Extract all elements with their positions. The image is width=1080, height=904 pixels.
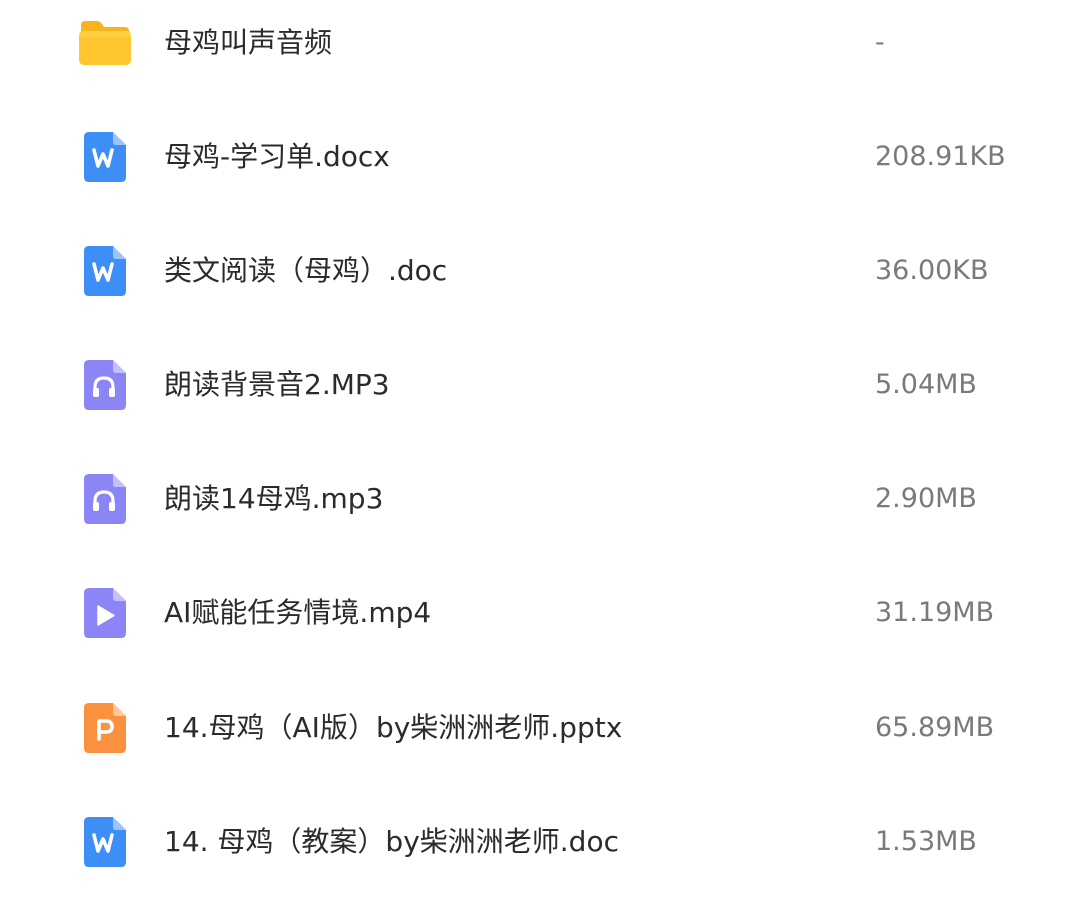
file-name: 14. 母鸡（教案）by柴洲洲老师.doc (164, 825, 619, 858)
file-size: 31.19MB (875, 597, 995, 628)
file-list: 母鸡叫声音频 - 母鸡-学习单.docx 208.91KB 类文阅读（母鸡）.d… (0, 0, 1080, 904)
file-row-word-lesson-plan[interactable]: 14. 母鸡（教案）by柴洲洲老师.doc 1.53MB (0, 792, 1080, 892)
play-video-icon (84, 588, 126, 638)
file-row-video[interactable]: AI赋能任务情境.mp4 31.19MB (0, 563, 1080, 663)
headphones-audio-icon (84, 474, 126, 524)
file-size: 208.91KB (875, 141, 1006, 172)
file-size: 65.89MB (875, 712, 995, 743)
folder-icon (77, 19, 133, 67)
file-name: AI赋能任务情境.mp4 (164, 596, 432, 629)
file-size: 1.53MB (875, 826, 977, 857)
file-row-audio-background[interactable]: 朗读背景音2.MP3 5.04MB (0, 335, 1080, 435)
headphones-audio-icon (84, 360, 126, 410)
word-doc-icon (84, 817, 126, 867)
file-size: 36.00KB (875, 255, 989, 286)
powerpoint-icon (84, 703, 126, 753)
word-doc-icon (84, 132, 126, 182)
file-row-audio-reading[interactable]: 朗读14母鸡.mp3 2.90MB (0, 449, 1080, 549)
file-row-word-study-sheet[interactable]: 母鸡-学习单.docx 208.91KB (0, 107, 1080, 207)
file-size: 2.90MB (875, 483, 977, 514)
file-row-powerpoint[interactable]: 14.母鸡（AI版）by柴洲洲老师.pptx 65.89MB (0, 678, 1080, 778)
file-row-word-reading[interactable]: 类文阅读（母鸡）.doc 36.00KB (0, 221, 1080, 321)
file-name: 14.母鸡（AI版）by柴洲洲老师.pptx (164, 711, 623, 744)
file-name: 朗读14母鸡.mp3 (164, 482, 384, 515)
word-doc-icon (84, 246, 126, 296)
file-name: 朗读背景音2.MP3 (164, 368, 390, 401)
file-name: 母鸡-学习单.docx (164, 140, 390, 173)
file-name: 母鸡叫声音频 (164, 26, 333, 59)
file-size: - (875, 27, 885, 58)
file-size: 5.04MB (875, 369, 977, 400)
file-row-folder-hen-sounds[interactable]: 母鸡叫声音频 - (0, 0, 1080, 93)
file-name: 类文阅读（母鸡）.doc (164, 254, 448, 287)
